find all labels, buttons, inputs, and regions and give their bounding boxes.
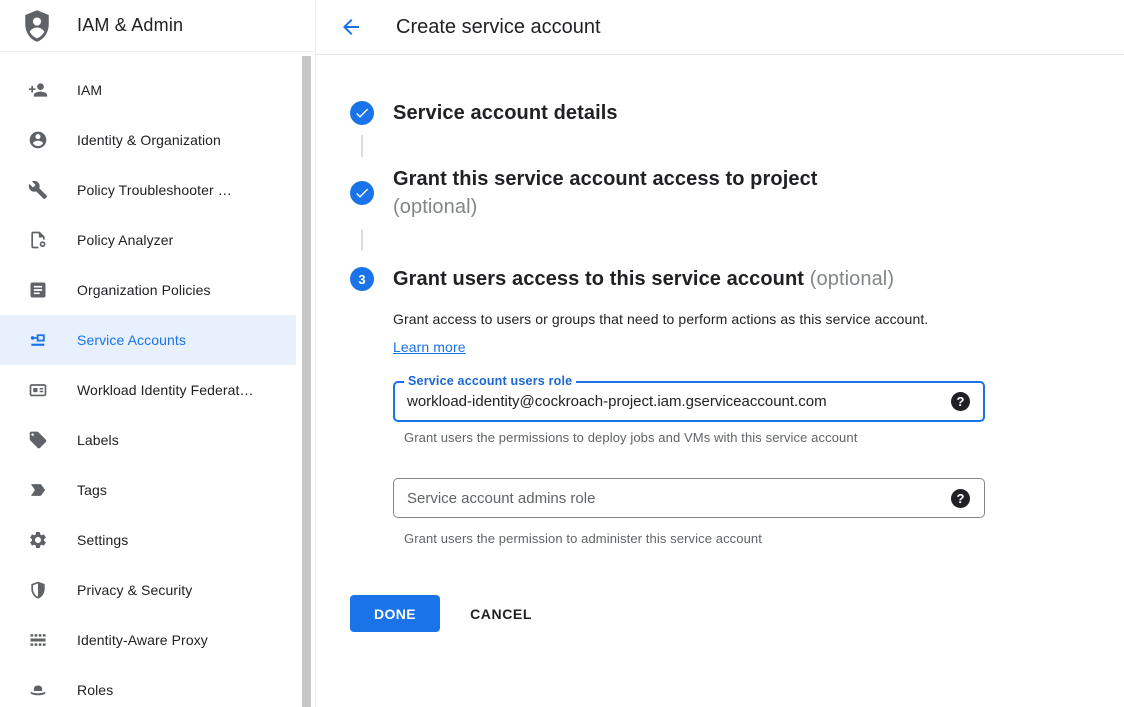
main-panel: Create service account Service account d… [316, 0, 1124, 707]
sidebar-item-identity-organization[interactable]: Identity & Organization [0, 115, 296, 165]
step-3-description: Grant access to users or groups that nee… [393, 305, 945, 361]
sidebar-scrollbar-thumb[interactable] [302, 56, 311, 707]
users-role-field-label: Service account users role [404, 374, 576, 388]
badge-card-icon [28, 380, 48, 400]
sidebar: IAM & Admin IAM Identity & Organization … [0, 0, 316, 707]
sidebar-item-organization-policies[interactable]: Organization Policies [0, 265, 296, 315]
step-2-check-icon [350, 181, 374, 205]
admins-role-field: ? [393, 478, 985, 518]
users-role-input[interactable] [407, 393, 951, 410]
users-role-helper-text: Grant users the permissions to deploy jo… [404, 430, 1124, 445]
step-2-title: Grant this service account access to pro… [393, 165, 818, 193]
app-window: IAM & Admin IAM Identity & Organization … [0, 0, 1124, 707]
iam-admin-shield-icon [21, 9, 53, 43]
step-3-number-badge: 3 [350, 267, 374, 291]
gear-icon [28, 530, 48, 550]
sidebar-item-settings[interactable]: Settings [0, 515, 296, 565]
step-3-body: Grant access to users or groups that nee… [393, 305, 1124, 546]
sidebar-item-policy-troubleshooter[interactable]: Policy Troubleshooter … [0, 165, 296, 215]
hat-icon [28, 680, 48, 700]
learn-more-link[interactable]: Learn more [393, 339, 466, 355]
product-title: IAM & Admin [77, 15, 183, 36]
policy-doc-icon [28, 230, 48, 250]
step-3-title: Grant users access to this service accou… [393, 265, 894, 293]
sidebar-header: IAM & Admin [0, 0, 315, 52]
admins-role-helper-text: Grant users the permission to administer… [404, 531, 1124, 546]
step-2-optional-label: (optional) [393, 193, 818, 221]
article-icon [28, 280, 48, 300]
step-1-title: Service account details [393, 99, 618, 127]
sidebar-nav: IAM Identity & Organization Policy Troub… [0, 52, 315, 707]
back-arrow-icon[interactable] [339, 15, 363, 39]
users-role-field: Service account users role ? [393, 381, 985, 422]
sidebar-item-roles[interactable]: Roles [0, 665, 296, 707]
step-2-header[interactable]: Grant this service account access to pro… [350, 165, 1124, 221]
sidebar-item-privacy-security[interactable]: Privacy & Security [0, 565, 296, 615]
wizard-actions: DONE CANCEL [350, 595, 1124, 632]
shield-half-icon [28, 580, 48, 600]
sidebar-item-iam[interactable]: IAM [0, 65, 296, 115]
page-title: Create service account [396, 16, 601, 39]
help-icon[interactable]: ? [951, 489, 970, 508]
account-circle-icon [28, 130, 48, 150]
admins-role-input[interactable] [407, 490, 951, 507]
sidebar-item-service-accounts[interactable]: Service Accounts [0, 315, 296, 365]
page-header: Create service account [316, 0, 1124, 55]
cancel-button[interactable]: CANCEL [470, 595, 532, 632]
wizard: Service account details Grant this servi… [316, 55, 1124, 632]
help-icon[interactable]: ? [951, 392, 970, 411]
wrench-icon [28, 180, 48, 200]
proxy-icon [28, 630, 48, 650]
step-3-optional-label: (optional) [810, 268, 894, 290]
tag-icon [28, 430, 48, 450]
sidebar-item-labels[interactable]: Labels [0, 415, 296, 465]
step-1-header[interactable]: Service account details [350, 99, 1124, 127]
done-button[interactable]: DONE [350, 595, 440, 632]
step-connector [361, 229, 363, 251]
service-account-icon [28, 330, 48, 350]
label-important-icon [28, 480, 48, 500]
sidebar-item-workload-identity-federat[interactable]: Workload Identity Federat… [0, 365, 296, 415]
step-3-header[interactable]: 3 Grant users access to this service acc… [350, 265, 1124, 293]
sidebar-item-policy-analyzer[interactable]: Policy Analyzer [0, 215, 296, 265]
person-add-icon [28, 80, 48, 100]
sidebar-item-tags[interactable]: Tags [0, 465, 296, 515]
sidebar-item-identity-aware-proxy[interactable]: Identity-Aware Proxy [0, 615, 296, 665]
step-connector [361, 135, 363, 157]
step-1-check-icon [350, 101, 374, 125]
